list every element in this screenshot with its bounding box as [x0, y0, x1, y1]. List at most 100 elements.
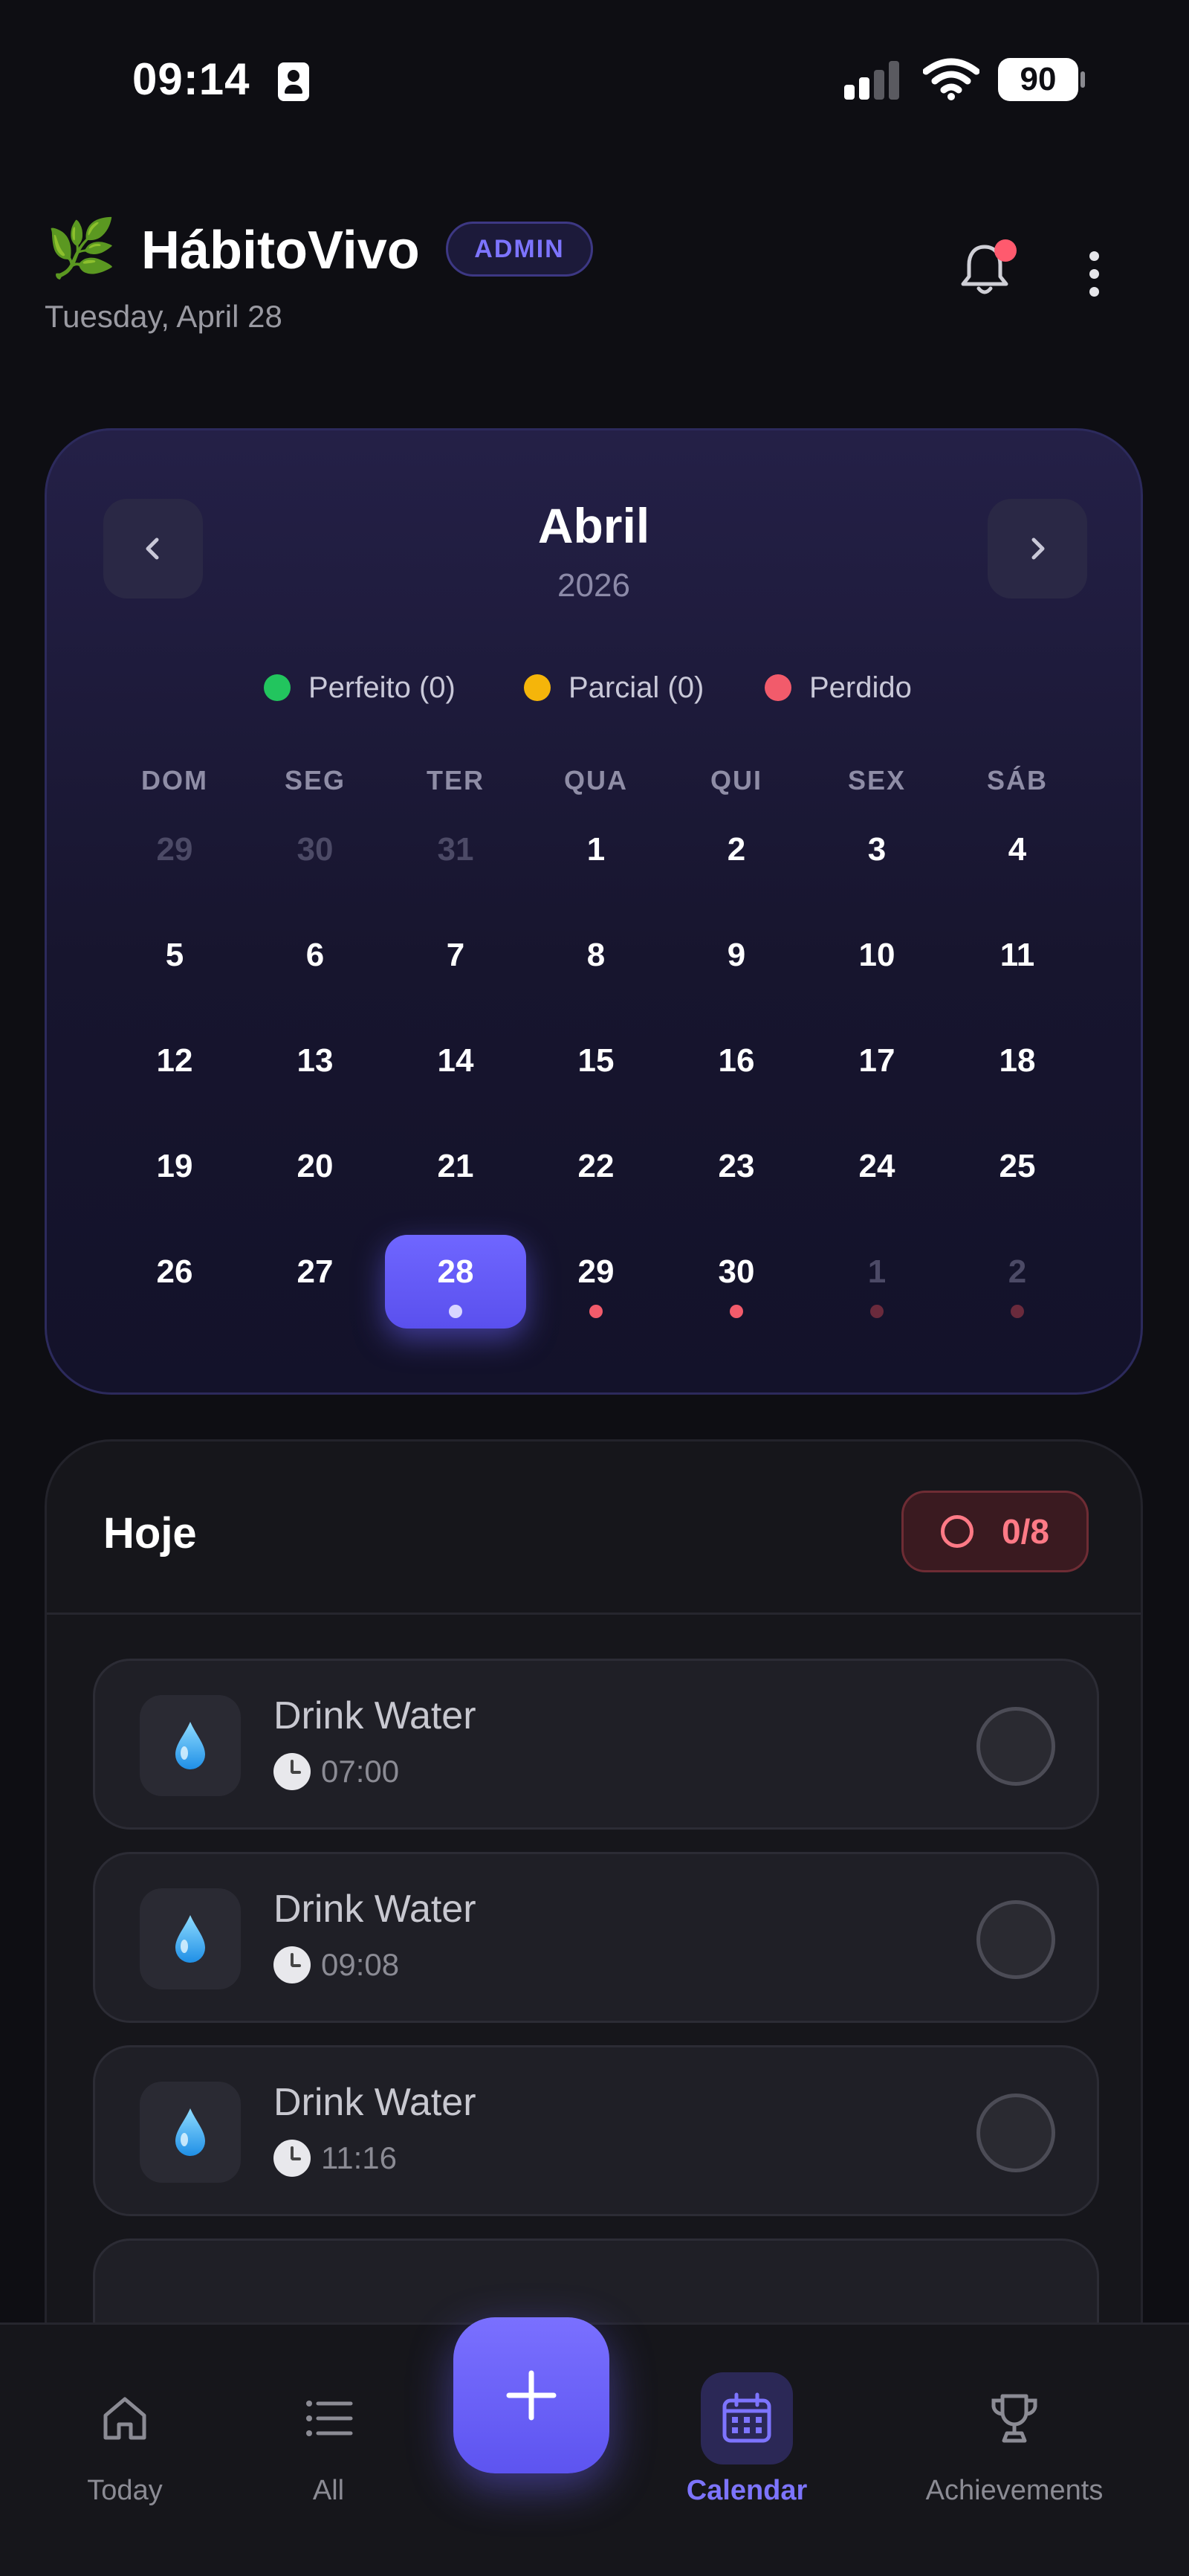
- tab-label: Achievements: [925, 2475, 1104, 2506]
- calendar-day[interactable]: 24: [806, 1129, 947, 1223]
- list-icon: [282, 2372, 375, 2464]
- habit-complete-toggle[interactable]: [976, 1707, 1055, 1786]
- habit-time-value: 11:16: [321, 2140, 397, 2175]
- calendar-day[interactable]: 7: [385, 918, 526, 1012]
- calendar-day[interactable]: 30: [666, 1235, 807, 1329]
- calendar-day-prev-month[interactable]: 29: [104, 813, 245, 906]
- calendar-day[interactable]: 6: [244, 918, 386, 1012]
- next-month-button[interactable]: [988, 499, 1087, 598]
- calendar-day[interactable]: 13: [244, 1024, 386, 1117]
- calendar-day-prev-month[interactable]: 30: [244, 813, 386, 906]
- calendar-day[interactable]: 23: [666, 1129, 807, 1223]
- calendar-day[interactable]: 2: [666, 813, 807, 906]
- legend-dot-missed: [765, 674, 791, 701]
- day-number: 22: [577, 1148, 615, 1184]
- calendar-day[interactable]: 4: [947, 813, 1088, 906]
- missed-status-dot: [589, 1305, 603, 1318]
- day-number: 5: [165, 937, 184, 973]
- tab-all[interactable]: All: [282, 2372, 375, 2507]
- calendar-day[interactable]: 10: [806, 918, 947, 1012]
- day-number: 2: [1008, 1253, 1027, 1290]
- day-number: 15: [577, 1042, 615, 1079]
- calendar-day[interactable]: 29: [525, 1235, 667, 1329]
- habit-complete-toggle[interactable]: [976, 2094, 1055, 2172]
- calendar-day-selected-today[interactable]: 28: [385, 1235, 526, 1329]
- calendar-day[interactable]: 8: [525, 918, 667, 1012]
- day-number: 1: [586, 831, 606, 868]
- calendar-day[interactable]: 18: [947, 1024, 1088, 1117]
- day-number: 9: [727, 937, 746, 973]
- status-time: 09:14: [132, 54, 250, 104]
- wifi-icon: [923, 58, 979, 100]
- calendar-day-next-month[interactable]: 1: [806, 1235, 947, 1329]
- water-drop-icon: [140, 1695, 241, 1796]
- day-number: 11: [1000, 937, 1035, 973]
- calendar-day[interactable]: 3: [806, 813, 947, 906]
- day-number: 19: [156, 1148, 193, 1184]
- calendar-day[interactable]: 26: [104, 1235, 245, 1329]
- section-title: Hoje: [103, 1509, 197, 1557]
- progress-count: 0/8: [1002, 1512, 1049, 1551]
- tab-calendar[interactable]: Calendar: [669, 2372, 825, 2507]
- water-drop-icon: [140, 1888, 241, 1989]
- cellular-signal-icon: [844, 61, 904, 100]
- legend-dot-perfect: [264, 674, 291, 701]
- calendar-day[interactable]: 14: [385, 1024, 526, 1117]
- day-number: 10: [858, 937, 895, 973]
- calendar-day[interactable]: 17: [806, 1024, 947, 1117]
- calendar-day[interactable]: 15: [525, 1024, 667, 1117]
- day-number: 4: [1008, 831, 1027, 868]
- more-options-button[interactable]: [1078, 245, 1112, 302]
- day-number: 13: [297, 1042, 334, 1079]
- habit-item[interactable]: Drink Water 11:16: [93, 2045, 1099, 2216]
- calendar-day-next-month[interactable]: 2: [947, 1235, 1088, 1329]
- day-number: 21: [437, 1148, 474, 1184]
- habit-item-partial[interactable]: [93, 2238, 1099, 2331]
- tab-achievements[interactable]: Achievements: [914, 2372, 1115, 2507]
- add-habit-button[interactable]: [453, 2317, 609, 2473]
- day-number: 23: [718, 1148, 755, 1184]
- habit-complete-toggle[interactable]: [976, 1900, 1055, 1979]
- missed-status-dot: [1011, 1305, 1024, 1318]
- day-number: 6: [305, 937, 325, 973]
- habit-time-value: 07:00: [321, 1754, 400, 1789]
- legend-item-perfect: Perfeito (0): [264, 665, 456, 710]
- calendar-day[interactable]: 5: [104, 918, 245, 1012]
- day-number: 31: [437, 831, 474, 868]
- divider: [47, 1613, 1141, 1615]
- calendar-day[interactable]: 20: [244, 1129, 386, 1223]
- day-number: 27: [297, 1253, 334, 1290]
- calendar-day[interactable]: 16: [666, 1024, 807, 1117]
- day-number: 30: [718, 1253, 755, 1290]
- water-drop-icon: [140, 2082, 241, 2183]
- habit-item[interactable]: Drink Water 07:00: [93, 1659, 1099, 1830]
- habit-time: 11:16: [273, 2140, 397, 2177]
- home-icon: [79, 2372, 171, 2464]
- calendar-day[interactable]: 21: [385, 1129, 526, 1223]
- tab-label: Calendar: [686, 2475, 808, 2506]
- calendar-day[interactable]: 19: [104, 1129, 245, 1223]
- calendar-day[interactable]: 1: [525, 813, 667, 906]
- calendar-day[interactable]: 9: [666, 918, 807, 1012]
- contact-card-icon: [278, 62, 309, 101]
- calendar-card: Abril 2026 Perfeito (0) Parcial (0) Perd…: [45, 428, 1143, 1395]
- chevron-right-icon: [1031, 538, 1045, 560]
- battery-indicator: 90: [998, 58, 1078, 101]
- calendar-day[interactable]: 12: [104, 1024, 245, 1117]
- day-number: 1: [867, 1253, 887, 1290]
- day-number: 25: [999, 1148, 1036, 1184]
- calendar-day[interactable]: 27: [244, 1235, 386, 1329]
- calendar-day-prev-month[interactable]: 31: [385, 813, 526, 906]
- day-number: 18: [999, 1042, 1036, 1079]
- weekday-label: QUI: [710, 765, 762, 795]
- day-number: 24: [858, 1148, 895, 1184]
- missed-status-dot: [730, 1305, 743, 1318]
- clock-icon: [273, 1753, 311, 1790]
- calendar-day[interactable]: 11: [947, 918, 1088, 1012]
- tab-today[interactable]: Today: [79, 2372, 171, 2507]
- calendar-day[interactable]: 25: [947, 1129, 1088, 1223]
- clock-icon: [273, 1946, 311, 1983]
- habit-time: 09:08: [273, 1946, 399, 1983]
- habit-item[interactable]: Drink Water 09:08: [93, 1852, 1099, 2023]
- calendar-day[interactable]: 22: [525, 1129, 667, 1223]
